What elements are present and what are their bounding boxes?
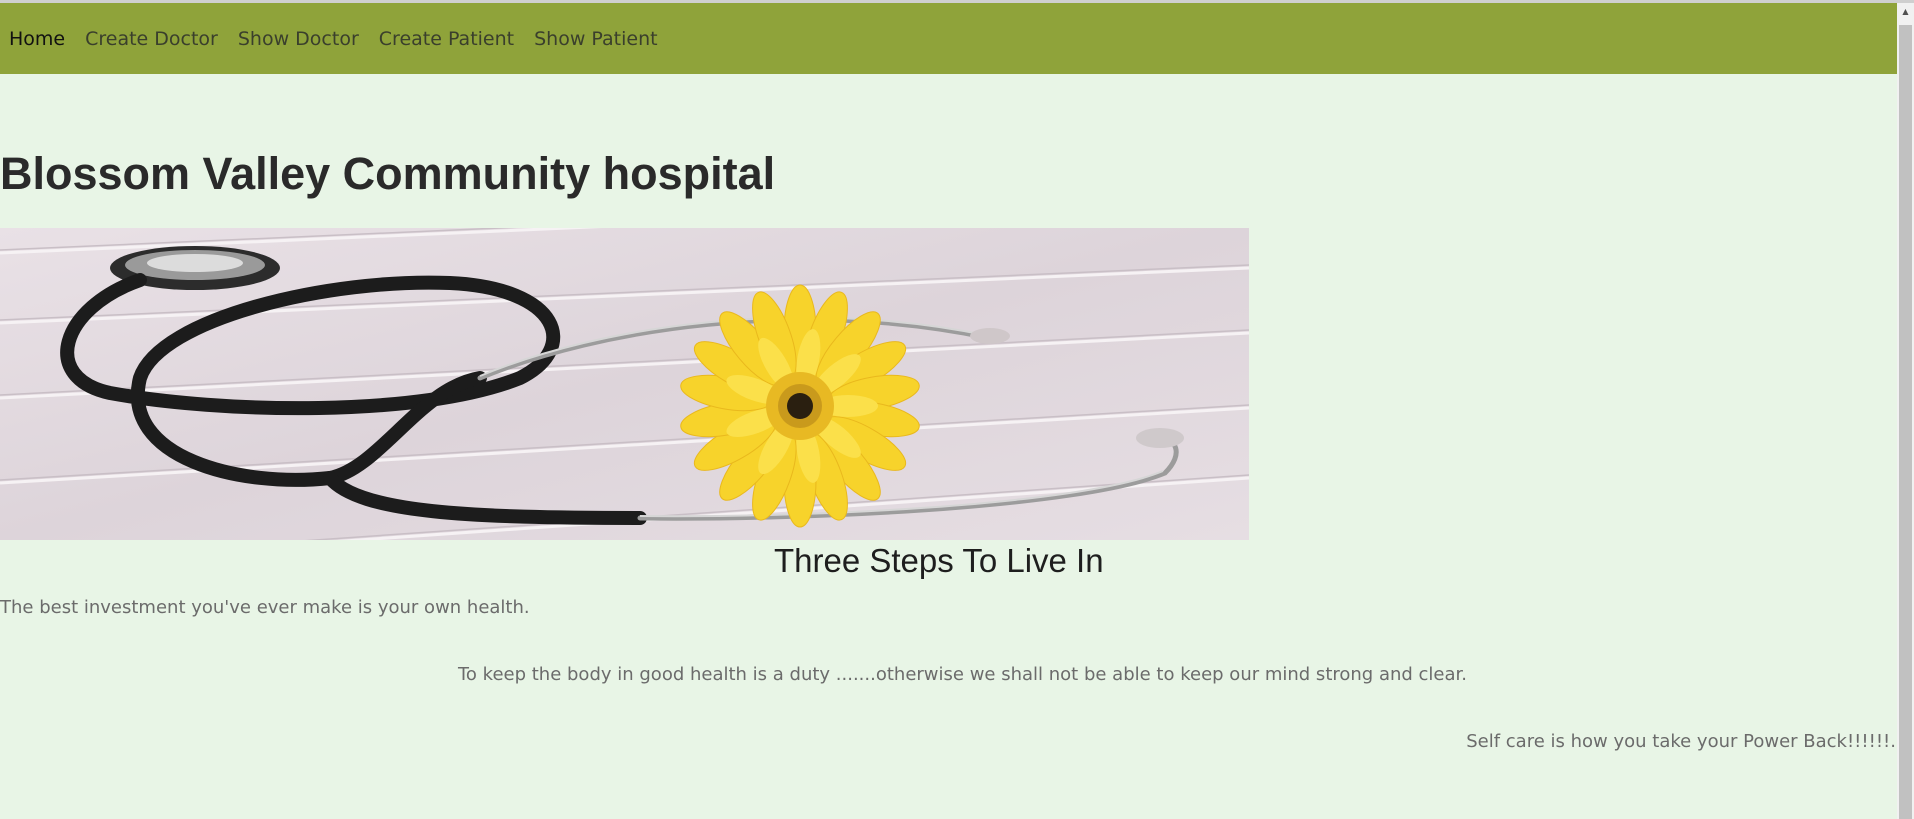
page: Home Create Doctor Show Doctor Create Pa…	[0, 0, 1914, 819]
scrollbar-thumb[interactable]	[1899, 25, 1912, 819]
nav-show-patient-link[interactable]: Show Patient	[534, 28, 657, 50]
vertical-scrollbar[interactable]: ▲	[1897, 3, 1914, 819]
page-title: Blossom Valley Community hospital	[0, 148, 776, 199]
section-subtitle: Three Steps To Live In	[774, 542, 1104, 579]
banner-image	[0, 228, 1249, 540]
nav-create-patient-link[interactable]: Create Patient	[379, 28, 514, 50]
navbar: Home Create Doctor Show Doctor Create Pa…	[0, 3, 1897, 74]
scroll-up-arrow-icon[interactable]: ▲	[1897, 3, 1914, 20]
quote-paragraph-1: The best investment you've ever make is …	[0, 597, 530, 618]
nav-create-doctor-link[interactable]: Create Doctor	[85, 28, 218, 50]
quote-paragraph-3: Self care is how you take your Power Bac…	[1466, 731, 1896, 752]
nav-show-doctor-link[interactable]: Show Doctor	[238, 28, 359, 50]
quote-paragraph-2: To keep the body in good health is a dut…	[458, 664, 1468, 685]
nav-home-link[interactable]: Home	[9, 28, 65, 50]
